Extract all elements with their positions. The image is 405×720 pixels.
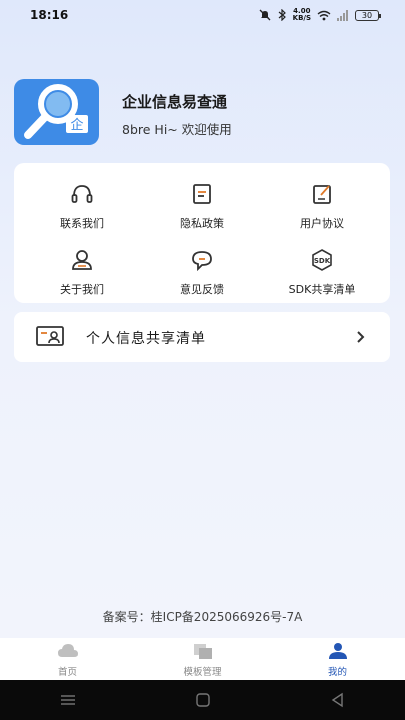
- app-header: 企 企业信息易查通 8bre Hi~ 欢迎使用: [14, 79, 394, 147]
- app-name: 企业信息易查通: [122, 93, 228, 111]
- tab-template-management[interactable]: 模板管理: [135, 638, 270, 680]
- menu-icon[interactable]: [58, 692, 78, 708]
- layers-icon: [193, 644, 212, 659]
- share-list-label: 个人信息共享清单: [86, 331, 206, 347]
- bottom-tab-bar: 首页 模板管理 我的: [0, 638, 405, 680]
- back-icon[interactable]: [328, 692, 348, 708]
- chat-icon: [192, 251, 212, 272]
- tab-label: 首页: [57, 667, 77, 678]
- menu-item-sdk-share-list[interactable]: SDK SDK共享清单: [262, 245, 382, 305]
- system-navigation-bar: [0, 680, 405, 720]
- menu-item-user-agreement[interactable]: 用户协议: [262, 179, 382, 239]
- menu-item-label: 隐私政策: [180, 217, 224, 230]
- app-greeting: 8bre Hi~ 欢迎使用: [122, 122, 232, 137]
- tab-label: 模板管理: [183, 667, 222, 678]
- menu-item-feedback[interactable]: 意见反馈: [142, 245, 262, 305]
- net-speed: 4.00 KB/S: [293, 8, 311, 22]
- document-icon: [193, 184, 211, 204]
- app-logo: 企: [14, 79, 99, 145]
- menu-item-label: 用户协议: [300, 217, 344, 230]
- sdk-icon: SDK: [312, 249, 332, 271]
- tab-mine[interactable]: 我的: [270, 638, 405, 680]
- menu-item-label: 关于我们: [60, 283, 104, 296]
- wifi-icon: [317, 10, 331, 20]
- menu-item-label: 联系我们: [60, 217, 104, 230]
- logo-badge-text: 企: [70, 117, 83, 133]
- headset-icon: [71, 185, 93, 203]
- icp-record: 备案号：桂ICP备2025066926号-7A: [102, 610, 303, 624]
- signal-icon: [337, 9, 348, 21]
- net-speed-unit: KB/S: [292, 14, 311, 22]
- magnifier-logo-icon: 企: [24, 84, 88, 139]
- menu-item-privacy-policy[interactable]: 隐私政策: [142, 179, 262, 239]
- cloud-icon: [57, 644, 78, 657]
- status-bar: 18:16 4.00 KB/S 30: [0, 0, 405, 30]
- status-icons: 4.00 KB/S 30: [259, 8, 381, 22]
- status-time: 18:16: [30, 8, 69, 22]
- tab-home[interactable]: 首页: [0, 638, 135, 680]
- menu-item-label: 意见反馈: [180, 283, 224, 296]
- menu-card: 联系我们 隐私政策 用户协议 关于我们 意见反馈 SDK SDK共享清单: [14, 163, 390, 303]
- menu-item-about-us[interactable]: 关于我们: [22, 245, 142, 305]
- chevron-right-icon: [357, 331, 365, 343]
- edit-icon: [313, 185, 331, 204]
- bluetooth-icon: [278, 9, 286, 21]
- sdk-badge-text: SDK: [314, 257, 331, 265]
- id-card-icon: [36, 326, 64, 346]
- personal-info-share-list-row[interactable]: 个人信息共享清单: [14, 312, 390, 362]
- user-icon: [72, 250, 92, 270]
- home-button-icon[interactable]: [193, 692, 213, 708]
- menu-item-contact-us[interactable]: 联系我们: [22, 179, 142, 239]
- menu-item-label: SDK共享清单: [288, 283, 356, 296]
- battery-indicator: 30: [355, 9, 381, 21]
- mute-bell-icon: [259, 9, 271, 21]
- profile-icon: [328, 643, 347, 659]
- tab-label: 我的: [327, 667, 347, 678]
